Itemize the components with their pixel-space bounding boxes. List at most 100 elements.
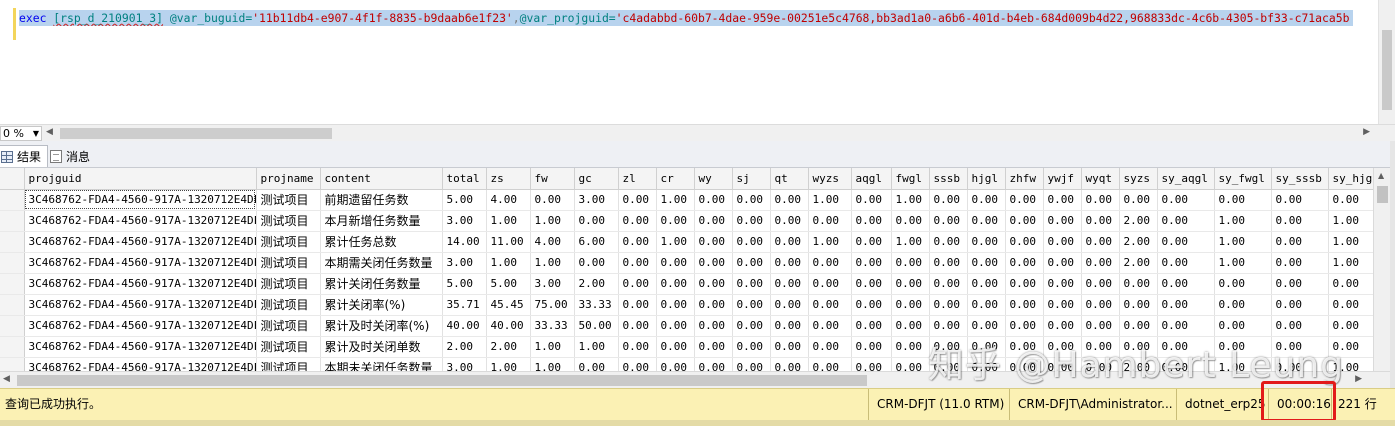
column-header[interactable]: ywjf [1043,168,1082,190]
table-cell[interactable]: 0.00 [851,210,892,232]
table-cell[interactable]: 测试项目 [256,210,321,232]
table-cell[interactable]: 0.00 [1271,294,1329,316]
table-cell[interactable]: 0.00 [770,294,809,316]
column-header[interactable]: aqgl [851,168,892,190]
table-cell[interactable]: 1.00 [891,231,930,253]
table-cell[interactable]: 0.00 [1081,231,1120,253]
table-row[interactable]: 3C468762-FDA4-4560-917A-1320712E4DFD 测试项目… [0,273,1373,295]
table-cell[interactable]: 1.00 [530,357,575,371]
table-cell[interactable]: 0.00 [770,336,809,358]
table-cell[interactable]: 0.00 [618,273,657,295]
column-header[interactable]: total [442,168,487,190]
scroll-right-icon[interactable]: ▶ [1363,127,1370,137]
table-cell[interactable]: 0.00 [1328,294,1373,316]
table-cell[interactable]: 1.00 [486,252,531,274]
table-cell[interactable]: 0.00 [618,315,657,337]
table-cell[interactable]: 0.00 [1043,210,1082,232]
table-cell[interactable]: 0.00 [694,315,733,337]
zoom-dropdown[interactable]: 0 % ▼ [0,126,42,141]
table-cell[interactable]: 4.00 [486,189,531,211]
table-cell[interactable]: 0.00 [967,315,1006,337]
table-cell[interactable]: 0.00 [770,189,809,211]
table-cell[interactable]: 0.00 [808,315,852,337]
table-cell[interactable]: 测试项目 [256,357,321,371]
column-header[interactable]: projname [256,168,321,190]
table-cell[interactable]: 0.00 [1119,294,1158,316]
table-cell[interactable]: 0.00 [694,336,733,358]
table-cell[interactable]: 0.00 [770,231,809,253]
table-cell[interactable]: 0.00 [891,357,930,371]
column-header[interactable]: fw [530,168,575,190]
table-cell[interactable]: 0.00 [1043,294,1082,316]
table-cell[interactable]: 0.00 [1157,252,1215,274]
table-cell[interactable]: 0.00 [929,252,968,274]
table-cell[interactable]: 0.00 [732,273,771,295]
table-cell[interactable]: 0.00 [732,210,771,232]
table-cell[interactable]: 累计任务总数 [320,231,443,253]
column-header[interactable]: cr [656,168,695,190]
table-cell[interactable]: 5.00 [442,273,487,295]
row-header[interactable] [0,357,25,371]
table-cell[interactable]: 0.00 [732,336,771,358]
editor-vertical-scrollbar[interactable] [1378,0,1395,124]
table-cell[interactable]: 0.00 [694,252,733,274]
table-cell[interactable]: 0.00 [808,273,852,295]
table-cell[interactable]: 0.00 [1271,315,1329,337]
table-cell[interactable]: 累计关闭任务数量 [320,273,443,295]
column-header[interactable]: zhfw [1005,168,1044,190]
table-cell[interactable]: 0.00 [891,315,930,337]
table-cell[interactable]: 0.00 [694,210,733,232]
table-cell[interactable]: 0.00 [732,294,771,316]
table-cell[interactable]: 0.00 [929,294,968,316]
column-header[interactable]: sy_aqgl [1157,168,1215,190]
column-header[interactable]: qt [770,168,809,190]
table-cell[interactable]: 0.00 [618,189,657,211]
table-cell[interactable]: 0.00 [1214,273,1272,295]
table-cell[interactable]: 测试项目 [256,189,321,211]
column-header[interactable]: wyqt [1081,168,1120,190]
row-header-corner[interactable] [0,168,25,190]
table-cell[interactable]: 0.00 [732,357,771,371]
table-cell[interactable]: 0.00 [1005,294,1044,316]
table-cell[interactable]: 0.00 [1081,252,1120,274]
row-header[interactable] [0,189,25,211]
table-cell[interactable]: 测试项目 [256,294,321,316]
table-cell[interactable]: 0.00 [808,357,852,371]
table-cell[interactable]: 1.00 [1328,231,1373,253]
table-cell[interactable]: 33.33 [574,294,619,316]
table-cell[interactable]: 3C468762-FDA4-4560-917A-1320712E4DFD [24,231,257,253]
table-cell[interactable]: 0.00 [851,315,892,337]
scroll-thumb[interactable] [60,128,332,139]
column-header[interactable]: sj [732,168,771,190]
table-cell[interactable]: 2.00 [1119,231,1158,253]
table-cell[interactable]: 测试项目 [256,336,321,358]
table-cell[interactable]: 0.00 [891,210,930,232]
table-cell[interactable]: 2.00 [442,336,487,358]
table-cell[interactable]: 4.00 [530,231,575,253]
column-header[interactable]: sy_fwgl [1214,168,1272,190]
column-header[interactable]: sssb [929,168,968,190]
table-cell[interactable]: 0.00 [1043,252,1082,274]
table-cell[interactable]: 0.00 [851,189,892,211]
table-row[interactable]: 3C468762-FDA4-4560-917A-1320712E4DFD 测试项目… [0,294,1373,316]
row-header[interactable] [0,252,25,274]
column-header[interactable]: content [320,168,443,190]
table-cell[interactable]: 0.00 [1157,231,1215,253]
table-cell[interactable]: 40.00 [486,315,531,337]
row-header[interactable] [0,210,25,232]
table-cell[interactable]: 0.00 [1119,189,1158,211]
table-cell[interactable]: 0.00 [1271,252,1329,274]
table-cell[interactable]: 0.00 [891,336,930,358]
table-cell[interactable]: 3.00 [530,273,575,295]
table-cell[interactable]: 0.00 [1043,189,1082,211]
table-cell[interactable]: 0.00 [929,189,968,211]
table-cell[interactable]: 本月新增任务数量 [320,210,443,232]
table-cell[interactable]: 0.00 [891,294,930,316]
table-cell[interactable]: 75.00 [530,294,575,316]
table-cell[interactable]: 2.00 [574,273,619,295]
table-cell[interactable]: 0.00 [851,357,892,371]
column-header[interactable]: projguid [24,168,257,190]
table-cell[interactable]: 0.00 [1328,315,1373,337]
table-cell[interactable]: 1.00 [808,189,852,211]
table-cell[interactable]: 0.00 [808,336,852,358]
